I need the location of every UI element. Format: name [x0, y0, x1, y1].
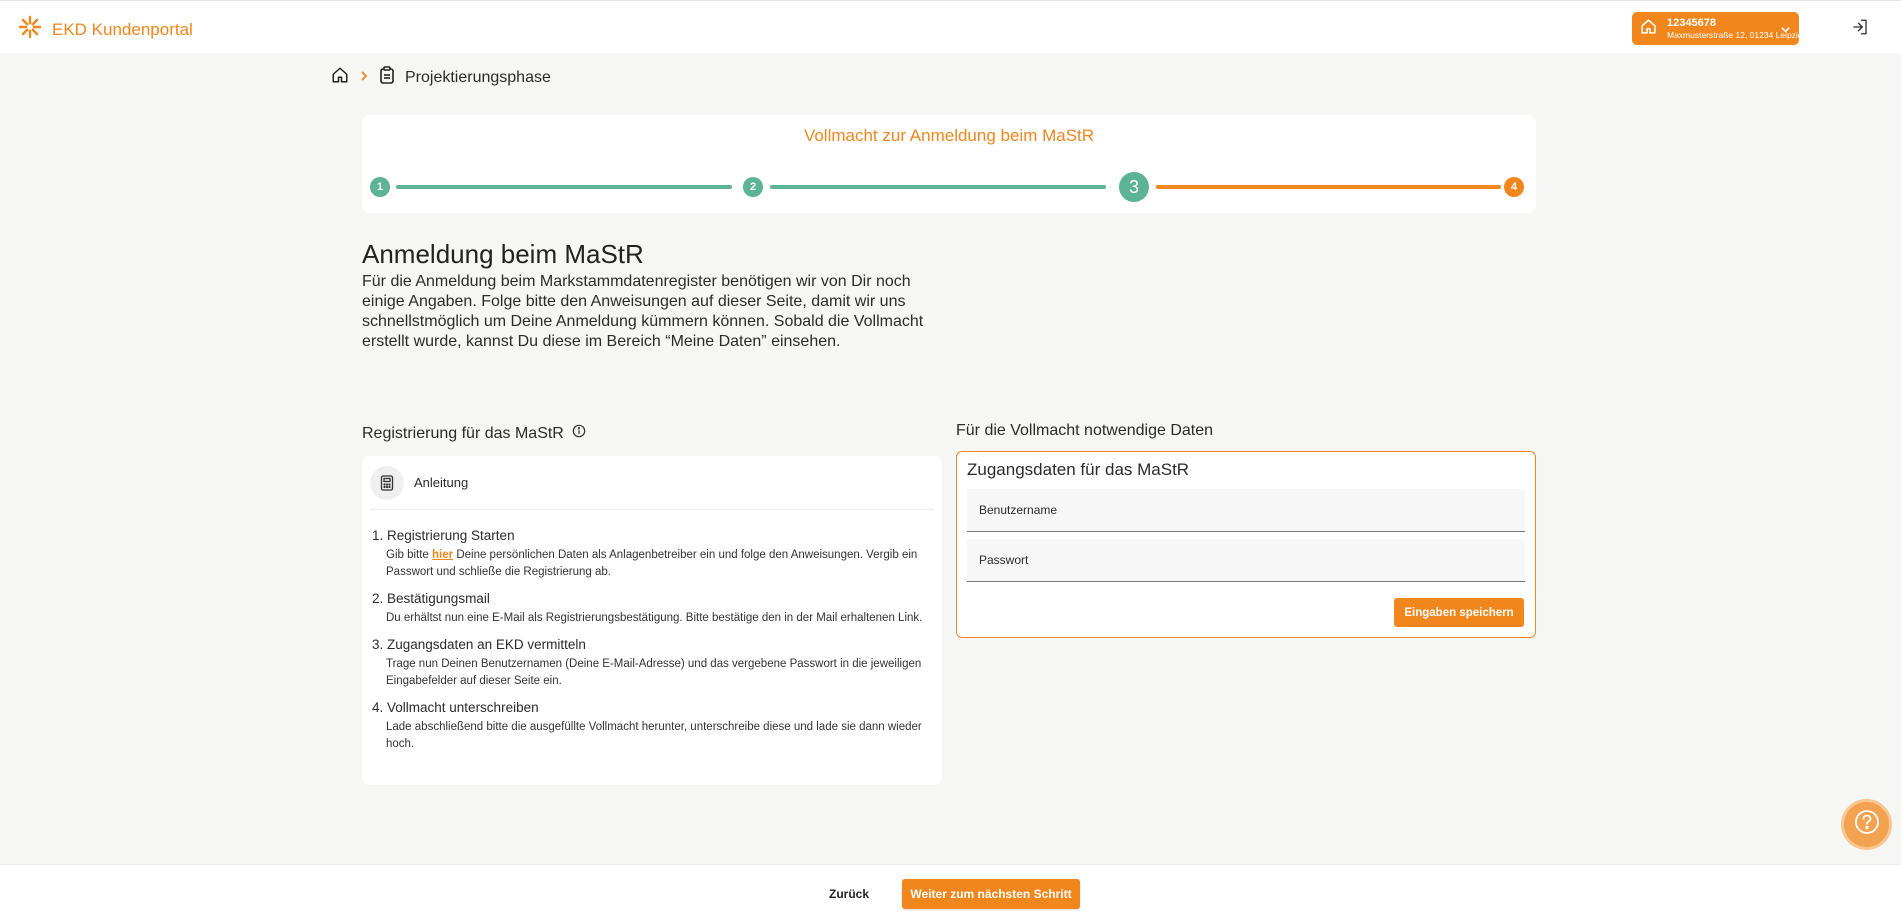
- footer-bar: Zurück Weiter zum nächsten Schritt: [0, 864, 1901, 922]
- breadcrumb-current: Projektierungsphase: [405, 68, 551, 86]
- step-connector-1: [396, 185, 732, 189]
- info-icon[interactable]: [572, 424, 586, 443]
- guide-step-2-title: 2. Bestätigungsmail: [372, 591, 490, 606]
- guide-step-1-text-before: Gib bitte: [386, 549, 433, 561]
- registration-title-label: Registrierung für das MaStR: [362, 424, 564, 442]
- guide-step-1-text: Gib bitte hier Deine persönlichen Daten …: [372, 547, 932, 581]
- guide-label: Anleitung: [414, 475, 469, 490]
- sun-burst-icon: [18, 15, 42, 44]
- intro-section: Anmeldung beim MaStR Für die Anmeldung b…: [362, 239, 942, 352]
- brand-name: EKD Kundenportal: [52, 19, 193, 39]
- step-connector-3: [1156, 185, 1501, 189]
- breadcrumb: Projektierungsphase: [331, 66, 551, 89]
- question-icon: [1853, 808, 1881, 841]
- stepper-title: Vollmacht zur Anmeldung beim MaStR: [803, 126, 1095, 145]
- logout-icon[interactable]: [1851, 18, 1869, 41]
- back-button[interactable]: Zurück: [814, 879, 884, 908]
- step-4[interactable]: 4: [1504, 177, 1524, 197]
- step-2-label: 2: [749, 181, 757, 193]
- username-field-wrapper: [967, 489, 1525, 532]
- password-input[interactable]: [967, 539, 1525, 581]
- help-button[interactable]: [1841, 799, 1892, 850]
- credentials-section-title: Für die Vollmacht notwendige Daten: [956, 422, 1214, 439]
- password-field-wrapper: [967, 539, 1525, 582]
- brand-logo[interactable]: EKD Kundenportal: [18, 15, 193, 44]
- next-step-button[interactable]: Weiter zum nächsten Schritt: [902, 879, 1080, 909]
- guide-step-3-text: Trage nun Deinen Benutzernamen (Deine E-…: [386, 658, 922, 687]
- guide-step-1-text-after: Deine persönlichen Daten als Anlagenbetr…: [386, 549, 918, 578]
- chevron-down-icon: [1780, 22, 1791, 40]
- guide-step-2: 2. Bestätigungsmail Du erhältst nun eine…: [372, 591, 932, 627]
- guide-steps: 1. Registrierung Starten Gib bitte hier …: [372, 528, 932, 763]
- top-bar: EKD Kundenportal 12345678 Maxmusterstraß…: [0, 0, 1901, 53]
- step-connector-2: [770, 185, 1106, 189]
- calculator-icon: [370, 465, 404, 500]
- guide-step-3: 3. Zugangsdaten an EKD vermitteln Trage …: [372, 637, 932, 690]
- step-3-label: 3: [1128, 176, 1139, 197]
- house-icon: [1640, 18, 1657, 40]
- guide-card: Anleitung 1. Registrierung Starten Gib b…: [362, 456, 942, 785]
- stepper-card: Vollmacht zur Anmeldung beim MaStR 1 2 3…: [362, 115, 1536, 213]
- guide-step-4-title: 4. Vollmacht unterschreiben: [372, 700, 539, 715]
- guide-step-1: 1. Registrierung Starten Gib bitte hier …: [372, 528, 932, 581]
- step-3-current[interactable]: 3: [1119, 172, 1149, 202]
- guide-step-3-title: 3. Zugangsdaten an EKD vermitteln: [372, 637, 586, 652]
- step-4-label: 4: [1510, 181, 1518, 193]
- guide-step-4: 4. Vollmacht unterschreiben Lade abschli…: [372, 700, 932, 753]
- guide-divider: [370, 509, 934, 510]
- breadcrumb-separator-icon: [359, 69, 369, 87]
- page-title: Anmeldung beim MaStR: [362, 239, 644, 269]
- registration-link[interactable]: hier: [432, 549, 453, 561]
- registration-title: Registrierung für das MaStR: [362, 424, 586, 443]
- account-selector[interactable]: 12345678 Maxmusterstraße 12, 01234 Leipz…: [1632, 12, 1803, 45]
- guide-step-4-text: Lade abschließend bitte die ausgefüllte …: [386, 721, 922, 750]
- step-2[interactable]: 2: [743, 177, 763, 197]
- intro-text: Für die Anmeldung beim Markstammdatenreg…: [362, 273, 924, 350]
- clipboard-icon: [379, 66, 395, 89]
- credentials-card: Zugangsdaten für das MaStR Eingaben spei…: [956, 451, 1536, 638]
- credentials-card-title: Zugangsdaten für das MaStR: [967, 460, 1190, 479]
- home-icon[interactable]: [331, 66, 349, 89]
- guide-header: Anleitung: [370, 462, 942, 503]
- guide-step-2-text: Du erhältst nun eine E-Mail als Registri…: [386, 612, 923, 624]
- guide-step-1-title: 1. Registrierung Starten: [372, 528, 515, 543]
- save-credentials-button[interactable]: Eingaben speichern: [1394, 598, 1524, 627]
- step-1[interactable]: 1: [370, 177, 390, 197]
- username-input[interactable]: [967, 489, 1525, 531]
- step-1-label: 1: [376, 181, 384, 193]
